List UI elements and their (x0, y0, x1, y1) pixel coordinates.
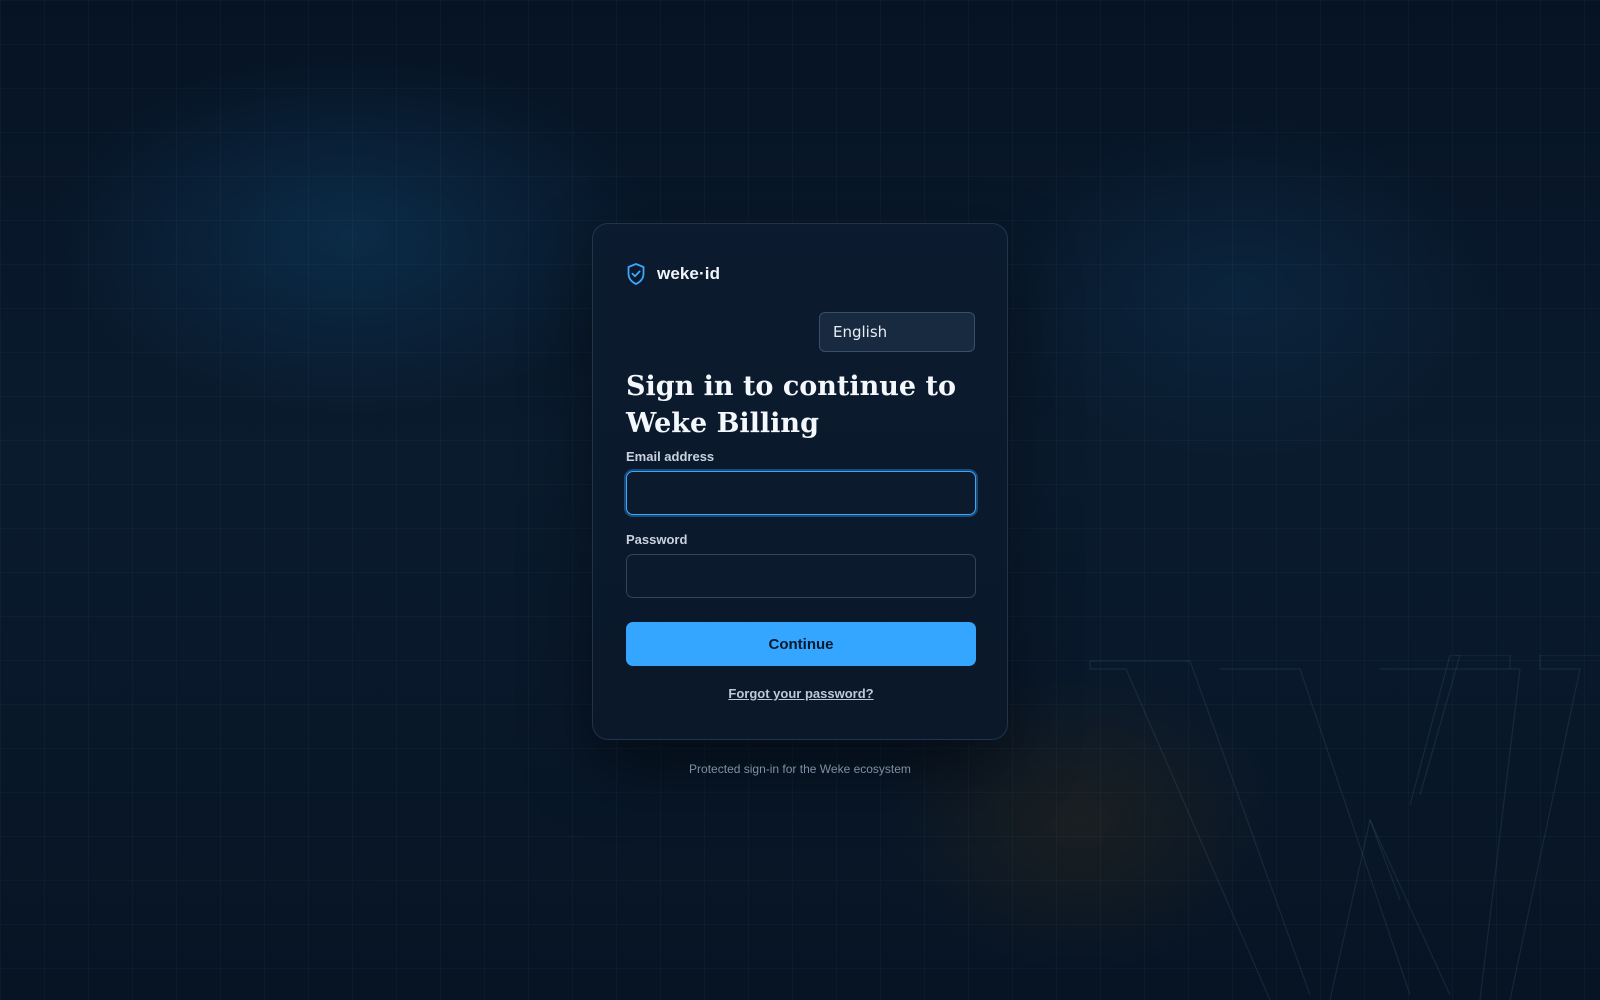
brand-name: weke·id (657, 264, 721, 283)
footer-note: Protected sign-in for the Weke ecosystem (689, 762, 911, 776)
password-label: Password (626, 532, 688, 547)
password-field[interactable] (626, 554, 976, 598)
sign-in-card: weke·id English Sign in to continue to W… (592, 223, 1008, 740)
brand-logo: weke·id (626, 262, 720, 286)
weke-watermark-logo (1089, 655, 1600, 1000)
language-select[interactable]: English (819, 312, 975, 352)
email-field[interactable] (626, 471, 976, 515)
forgot-password-link[interactable]: Forgot your password? (593, 686, 1009, 701)
continue-button[interactable]: Continue (626, 622, 976, 666)
email-label: Email address (626, 449, 715, 464)
page-title: Sign in to continue to Weke Billing (626, 371, 956, 439)
shield-check-icon (626, 262, 646, 286)
